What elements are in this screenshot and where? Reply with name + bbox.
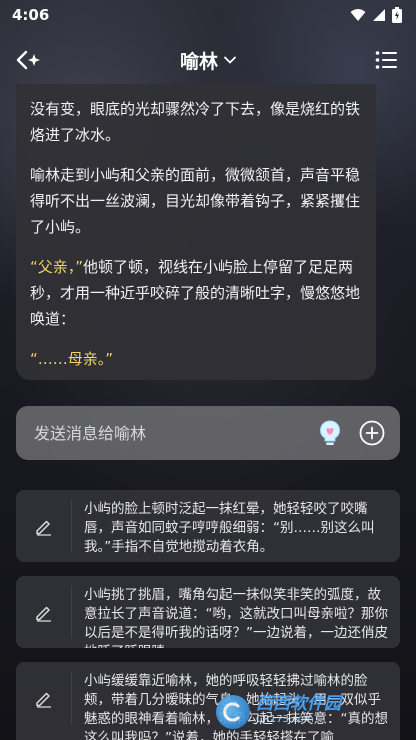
top-navbar: 喻林 (0, 40, 416, 80)
edit-suggestion-button[interactable] (16, 586, 72, 638)
dialogue-quote: “……母亲。” (30, 350, 114, 368)
character-message-bubble: 没有变，眼底的光却骤然冷了下去，像是烧红的铁烙进了冰水。 喻林走到小屿和父亲的面… (16, 84, 376, 380)
edit-suggestion-button[interactable] (16, 500, 72, 552)
plus-circle-icon (359, 420, 385, 446)
suggestion-card[interactable]: 小屿挑了挑眉，嘴角勾起一抹似笑非笑的弧度，故意拉长了声音说道：“哟，这就改口叫母… (16, 576, 400, 648)
sparkle-back-icon (16, 50, 40, 70)
watermark-icon (216, 695, 250, 729)
page-title: 喻林 (179, 50, 218, 73)
watermark-subtext: CR173.com (256, 714, 314, 725)
pencil-icon (35, 520, 51, 536)
signal-icon (373, 9, 385, 21)
character-title-dropdown[interactable]: 喻林 (180, 47, 236, 74)
status-icons (350, 7, 402, 23)
message-paragraph: 没有变，眼底的光却骤然冷了下去，像是烧红的铁烙进了冰水。 (30, 100, 361, 144)
watermark-text: 西西软件园 (256, 694, 341, 714)
message-paragraph: “父亲，”他顿了顿，视线在小屿脸上停留了足足两秒，才用一种近乎咬碎了般的清晰吐字… (30, 254, 362, 332)
message-paragraph: 喻林走到小屿和父亲的面前，微微颔首，声音平稳得听不出一丝波澜，目光却像带着钩子，… (30, 166, 361, 236)
add-button[interactable] (358, 419, 386, 447)
lightbulb-heart-icon (319, 420, 341, 445)
message-input-bar (16, 406, 400, 460)
back-button[interactable] (14, 46, 44, 74)
inspiration-button[interactable] (316, 419, 344, 447)
chevron-down-icon (224, 56, 236, 64)
suggestion-text: 小屿的脸上顿时泛起一抹红晕，她轻轻咬了咬嘴唇，声音如同蚊子哼哼般细弱：“别……别… (84, 501, 375, 555)
suggestion-card[interactable]: 小屿的脸上顿时泛起一抹红晕，她轻轻咬了咬嘴唇，声音如同蚊子哼哼般细弱：“别……别… (16, 490, 400, 562)
suggestion-text: 小屿挑了挑眉，嘴角勾起一抹似笑非笑的弧度，故意拉长了声音说道：“哟，这就改口叫母… (84, 587, 388, 648)
pencil-icon (35, 606, 51, 622)
watermark-logo: 西西软件园 CR173.com (216, 694, 406, 730)
status-bar: 4:06 (0, 0, 416, 30)
battery-icon (392, 7, 402, 23)
menu-button[interactable] (372, 46, 400, 74)
list-menu-icon (375, 51, 397, 69)
dialogue-quote: “父亲，” (30, 258, 84, 276)
edit-suggestion-button[interactable] (16, 672, 72, 724)
pencil-icon (35, 692, 51, 708)
message-input[interactable] (34, 423, 302, 443)
wifi-icon (350, 9, 366, 21)
status-time: 4:06 (12, 6, 50, 24)
